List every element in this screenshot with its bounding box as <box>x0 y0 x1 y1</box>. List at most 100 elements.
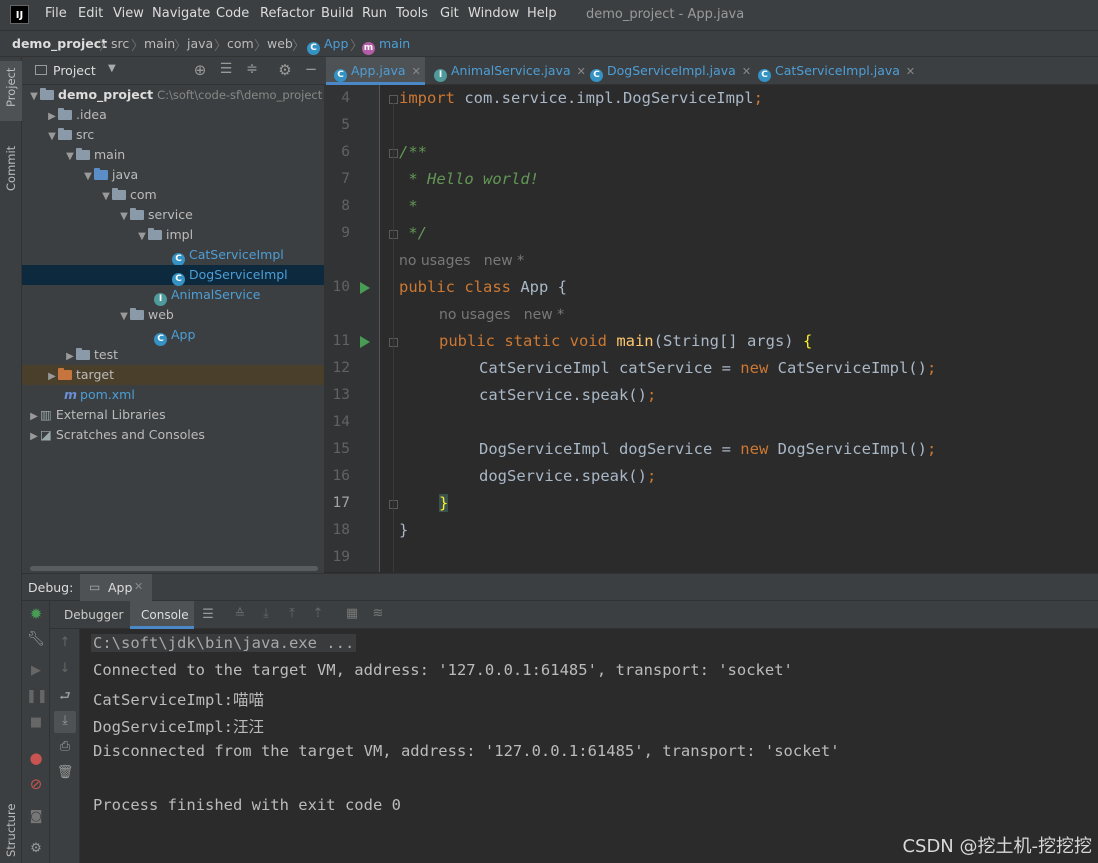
menu-tools[interactable]: Tools <box>396 6 428 21</box>
chevron-down-icon[interactable]: ▼ <box>82 167 94 187</box>
menu-git[interactable]: Git <box>440 6 459 21</box>
breadcrumb-com[interactable]: com <box>227 36 254 51</box>
step-out-icon[interactable]: ⇡ <box>308 606 328 621</box>
tree-node-scratches[interactable]: ▶ ◪ Scratches and Consoles <box>22 425 324 445</box>
arrow-down-icon[interactable]: ↓ <box>55 661 75 676</box>
gear-icon[interactable]: ⚙ <box>275 61 295 79</box>
chevron-right-icon[interactable]: ▶ <box>46 367 58 387</box>
tree-node-java[interactable]: ▼ java <box>22 165 324 185</box>
project-view-selector[interactable]: Project <box>53 63 96 78</box>
breadcrumb-app[interactable]: C App <box>307 36 348 55</box>
breadcrumb-main[interactable]: main <box>144 36 175 51</box>
editor-tab-app-java[interactable]: C App.java ✕ <box>326 57 425 85</box>
trash-icon[interactable]: 🗑︎ <box>55 765 75 780</box>
chevron-down-icon[interactable]: ▼ <box>108 63 116 74</box>
menu-run[interactable]: Run <box>362 6 387 21</box>
editor-tab-dogserviceimpl-java[interactable]: C DogServiceImpl.java ✕ <box>590 57 751 84</box>
menu-file[interactable]: File <box>45 6 67 21</box>
tree-node-src[interactable]: ▼ src <box>22 125 324 145</box>
close-icon[interactable]: ✕ <box>577 65 586 78</box>
tab-debugger[interactable]: Debugger <box>64 608 123 622</box>
print-icon[interactable]: ⎙ <box>55 739 75 754</box>
breadcrumb-src[interactable]: src <box>111 36 129 51</box>
console-line-command[interactable]: C:\soft\jdk\bin\java.exe ... <box>91 634 357 652</box>
code-vision-hint[interactable]: no usages new * <box>439 307 564 323</box>
tree-node-com[interactable]: ▼ com <box>22 185 324 205</box>
console-output[interactable]: C:\soft\jdk\bin\java.exe ... Connected t… <box>80 629 1098 863</box>
tree-node-main[interactable]: ▼ main <box>22 145 324 165</box>
tree-node-catserviceimpl[interactable]: C CatServiceImpl <box>22 245 324 266</box>
chevron-down-icon[interactable]: ▼ <box>46 127 58 147</box>
tree-node-dogserviceimpl[interactable]: C DogServiceImpl <box>22 265 324 286</box>
tree-node-service[interactable]: ▼ service <box>22 205 324 225</box>
chevron-down-icon[interactable]: ▼ <box>64 147 76 167</box>
expand-all-icon[interactable]: ☰ <box>216 61 236 77</box>
tree-node-demo-project[interactable]: ▼ demo_project C:\soft\code-sf\demo_proje… <box>22 85 324 105</box>
tree-node-idea[interactable]: ▶ .idea <box>22 105 324 125</box>
soft-wrap-icon[interactable]: ⮐ <box>55 687 75 709</box>
menu-help[interactable]: Help <box>527 6 557 21</box>
menu-edit[interactable]: Edit <box>78 6 103 21</box>
chevron-down-icon[interactable]: ▼ <box>136 227 148 247</box>
breadcrumb-web[interactable]: web <box>267 36 293 51</box>
arrow-up-icon[interactable]: ↑ <box>55 635 75 650</box>
run-main-icon[interactable] <box>360 336 370 348</box>
breadcrumb-project[interactable]: demo_project <box>12 36 107 51</box>
chevron-right-icon[interactable]: ▶ <box>46 107 58 127</box>
show-execution-point-icon[interactable]: ≙ <box>230 607 250 622</box>
menu-view[interactable]: View <box>113 6 144 21</box>
chevron-down-icon[interactable]: ▼ <box>28 87 40 107</box>
menu-lines-icon[interactable]: ☰ <box>198 607 218 622</box>
close-icon[interactable]: ✕ <box>134 580 143 593</box>
close-icon[interactable]: ✕ <box>742 65 751 78</box>
minimize-icon[interactable]: − <box>301 60 321 78</box>
menu-refactor[interactable]: Refactor <box>260 6 315 21</box>
resume-icon[interactable]: ▶ <box>26 663 46 678</box>
debug-bug-icon[interactable]: ✹ <box>26 605 46 623</box>
editor-tab-catserviceimpl-java[interactable]: C CatServiceImpl.java ✕ <box>758 57 915 84</box>
camera-icon[interactable]: ◙ <box>26 809 46 824</box>
chevron-down-icon[interactable]: ▼ <box>118 307 130 327</box>
tree-node-test[interactable]: ▶ test <box>22 345 324 365</box>
collapse-all-icon[interactable]: ≑ <box>242 61 262 77</box>
menu-window[interactable]: Window <box>468 6 519 21</box>
code-vision-hint[interactable]: no usages new * <box>399 253 524 269</box>
chevron-right-icon[interactable]: ▶ <box>64 347 76 367</box>
breadcrumb-method-main[interactable]: m main <box>362 36 410 55</box>
tree-node-app[interactable]: C App <box>22 325 324 346</box>
trace-icon[interactable]: ≋ <box>368 606 388 621</box>
code-editor[interactable]: import com.service.impl.DogServiceImpl; … <box>380 85 1098 572</box>
menu-navigate[interactable]: Navigate <box>152 6 210 21</box>
chevron-right-icon[interactable]: ▶ <box>28 427 40 447</box>
editor-tab-animalservice-java[interactable]: I AnimalService.java ✕ <box>434 57 586 84</box>
tree-node-external-libraries[interactable]: ▶ ▥ External Libraries <box>22 405 324 425</box>
locate-icon[interactable]: ⊕ <box>190 61 210 79</box>
gear-icon[interactable]: ⚙ <box>26 841 46 856</box>
tree-node-impl[interactable]: ▼ impl <box>22 225 324 245</box>
chevron-down-icon[interactable]: ▼ <box>100 187 112 207</box>
project-horizontal-scrollbar[interactable] <box>30 566 318 571</box>
run-class-icon[interactable] <box>360 282 370 294</box>
stop-icon[interactable]: ■ <box>26 715 46 730</box>
debug-session-tab[interactable]: ▭ App ✕ <box>80 574 152 601</box>
mute-breakpoints-icon[interactable]: ⊘ <box>26 775 46 793</box>
tree-node-pom[interactable]: m pom.xml <box>22 385 324 405</box>
tab-console[interactable]: Console <box>130 601 194 629</box>
step-over-icon[interactable]: ⤓ <box>256 606 276 621</box>
wrench-icon[interactable]: 🔧︎ <box>26 631 46 647</box>
chevron-right-icon[interactable]: ▶ <box>28 407 40 427</box>
tree-node-animalservice[interactable]: I AnimalService <box>22 285 324 306</box>
tree-node-target[interactable]: ▶ target <box>22 365 324 385</box>
close-icon[interactable]: ✕ <box>906 65 915 78</box>
menu-code[interactable]: Code <box>216 6 249 21</box>
menu-build[interactable]: Build <box>321 6 354 21</box>
tree-node-web[interactable]: ▼ web <box>22 305 324 325</box>
evaluate-expression-icon[interactable]: ▦ <box>342 606 362 621</box>
scroll-to-end-toggle[interactable]: ⤓ <box>54 711 76 733</box>
view-breakpoints-icon[interactable]: ● <box>26 749 46 767</box>
step-into-icon[interactable]: ⤒ <box>282 606 302 621</box>
close-icon[interactable]: ✕ <box>412 65 421 78</box>
pause-icon[interactable]: ❚❚ <box>26 689 48 704</box>
breadcrumb-java[interactable]: java <box>187 36 213 51</box>
chevron-down-icon[interactable]: ▼ <box>118 207 130 227</box>
